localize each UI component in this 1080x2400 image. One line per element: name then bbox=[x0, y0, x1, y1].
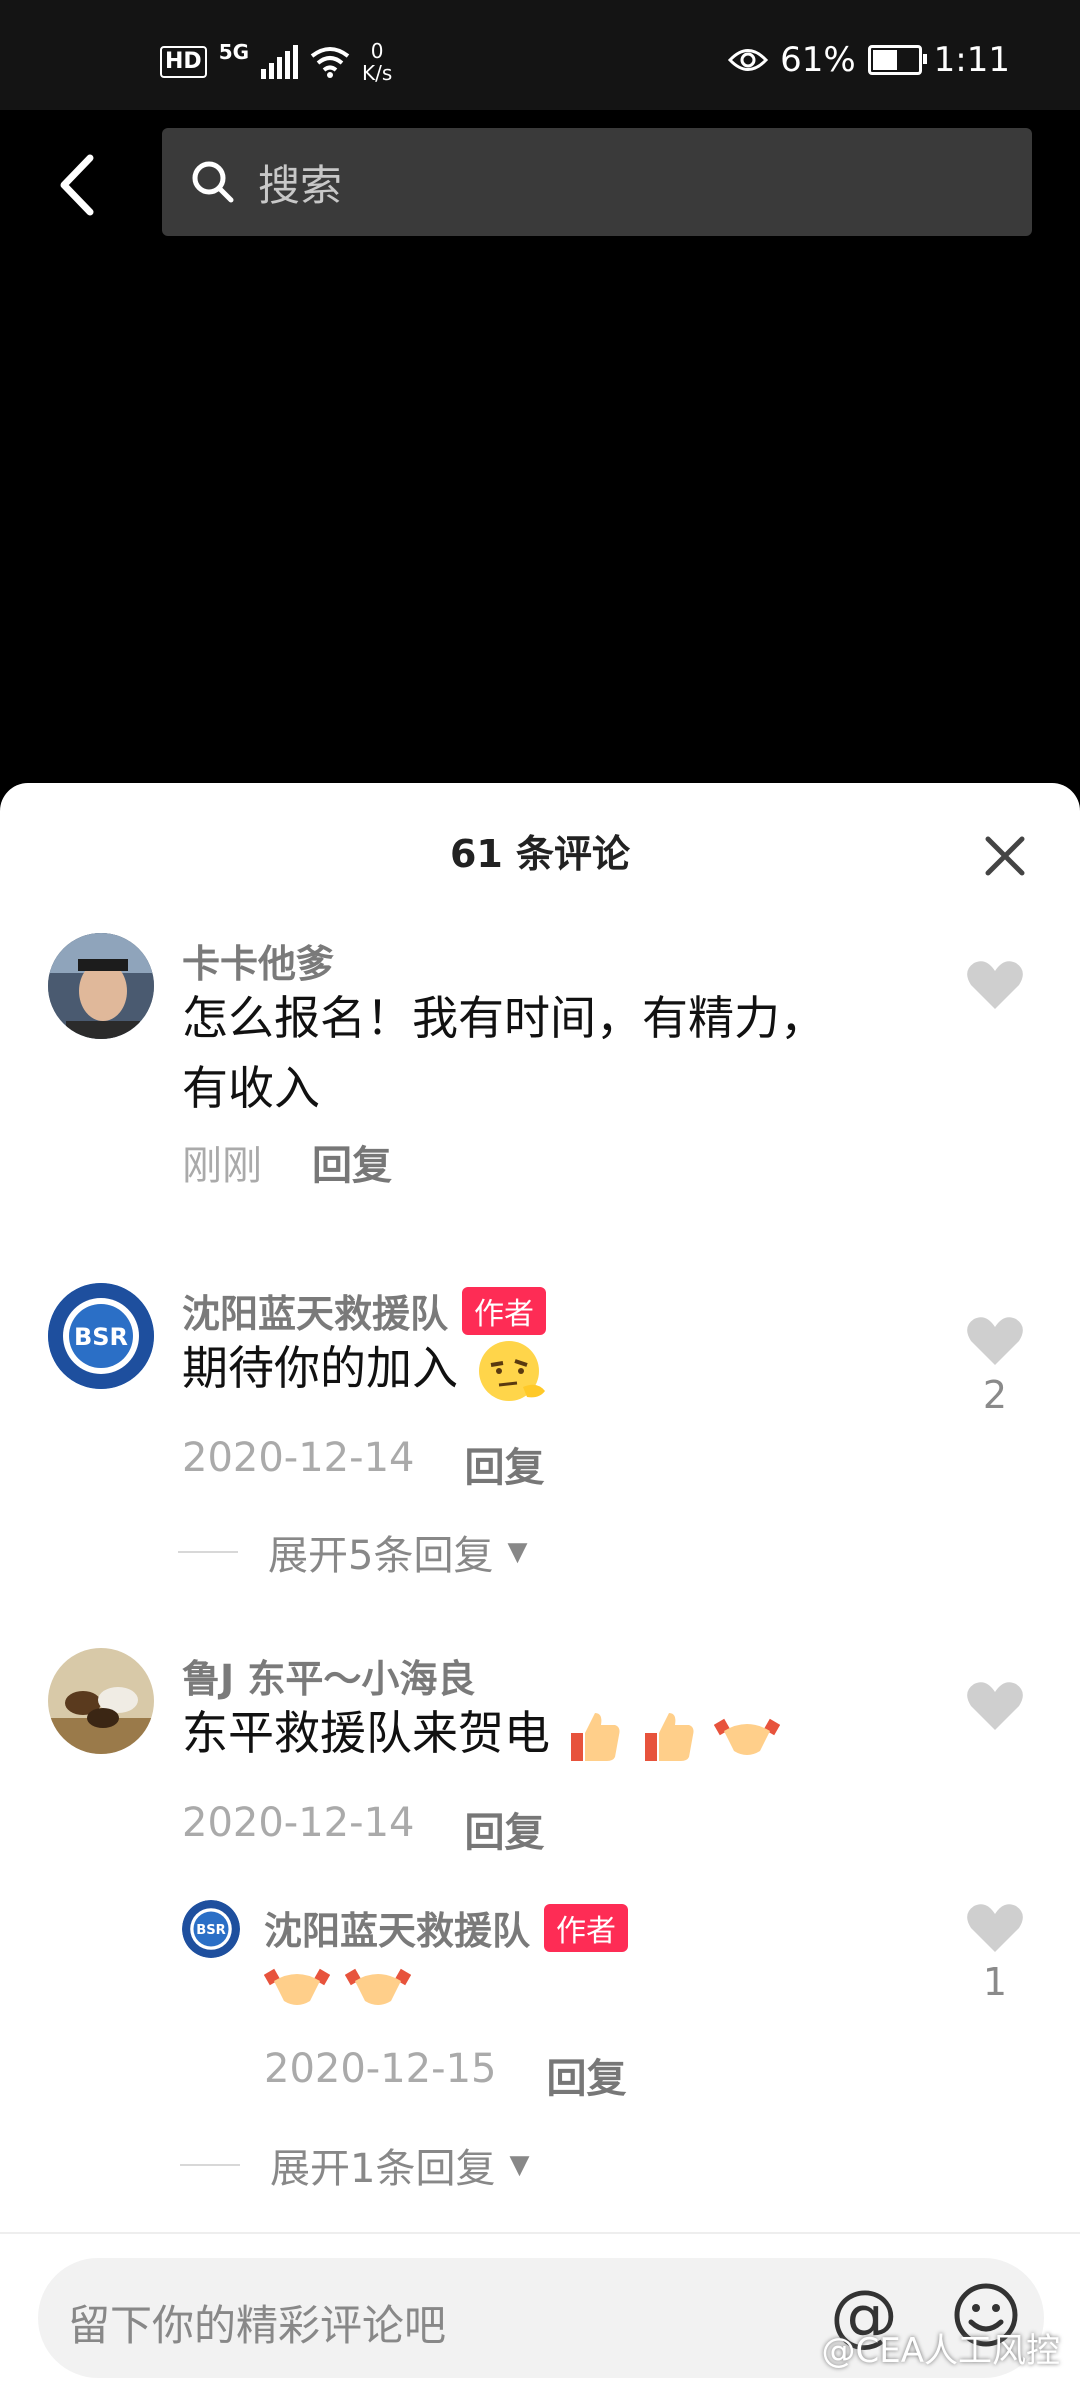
thumbs-up-emoji-icon bbox=[570, 1712, 620, 1761]
reply-button[interactable]: 回复 bbox=[312, 1133, 392, 1191]
like-heart-icon[interactable] bbox=[966, 1902, 1024, 1954]
comment-time: 2020-12-15 bbox=[264, 2046, 497, 2092]
battery-percent: 61% bbox=[780, 40, 856, 80]
thinking-emoji-icon bbox=[478, 1340, 545, 1401]
search-placeholder: 搜索 bbox=[258, 160, 343, 210]
comment-text: 怎么报名！我有时间，有精力， 有收入 bbox=[182, 983, 826, 1123]
status-left: HD 5G 0 K/s bbox=[160, 40, 392, 84]
net-speed: 0 K/s bbox=[362, 40, 392, 84]
search-bar[interactable]: 搜索 bbox=[162, 128, 1032, 236]
expand-divider-line bbox=[178, 1551, 238, 1553]
avatar[interactable] bbox=[48, 933, 154, 1039]
comment-meta: 2020-12-15 回复 bbox=[264, 2046, 626, 2104]
bsr-logo-text: BSR bbox=[196, 1923, 226, 1938]
comment-meta: 刚刚 回复 bbox=[182, 1133, 392, 1191]
avatar[interactable] bbox=[48, 1648, 154, 1754]
comment-username[interactable]: 鲁J 东平～小海良 bbox=[182, 1648, 475, 1703]
reply-button[interactable]: 回复 bbox=[464, 1435, 544, 1493]
avatar[interactable]: BSR bbox=[182, 1900, 240, 1958]
username-text: 沈阳蓝天救援队 bbox=[182, 1292, 449, 1336]
wifi-icon bbox=[310, 47, 350, 78]
bsr-logo: BSR bbox=[48, 1283, 154, 1389]
chevron-down-icon: ▼ bbox=[507, 1537, 528, 1567]
comment-text-line: 有收入 bbox=[182, 1061, 320, 1115]
like-heart-icon[interactable] bbox=[966, 959, 1024, 1011]
comment-item: BSR 沈阳蓝天救援队 作者 期待你的加入 2020-12-14 回复 2 展开… bbox=[0, 1283, 1080, 1579]
expand-replies-button[interactable]: 展开5条回复 ▼ bbox=[178, 1523, 528, 1581]
avatar-image bbox=[48, 933, 154, 1039]
author-badge: 作者 bbox=[462, 1286, 547, 1335]
comment-item: 卡卡他爹 怎么报名！我有时间，有精力， 有收入 刚刚 回复 bbox=[0, 933, 1080, 1189]
hd-icon: HD bbox=[160, 46, 207, 78]
comment-text: 期待你的加入 bbox=[182, 1333, 549, 1407]
close-icon[interactable] bbox=[980, 831, 1030, 881]
expand-replies-label: 展开5条回复 bbox=[268, 1533, 494, 1579]
watermark: @CEA人工风控 bbox=[821, 2331, 1060, 2371]
network-type: 5G bbox=[218, 40, 250, 64]
net-speed-unit: K/s bbox=[362, 61, 393, 85]
comment-username[interactable]: 沈阳蓝天救援队 作者 bbox=[182, 1283, 547, 1338]
back-arrow-icon[interactable] bbox=[50, 150, 110, 220]
comment-item: 鲁J 东平～小海良 东平救援队来贺电 2020-12-14 回复 bbox=[0, 1648, 1080, 1856]
net-speed-value: 0 bbox=[370, 39, 384, 63]
reply-button[interactable]: 回复 bbox=[464, 1800, 544, 1858]
battery-icon bbox=[867, 45, 927, 75]
like-heart-icon[interactable] bbox=[966, 1315, 1024, 1367]
thumbs-up-emoji-icon bbox=[645, 1712, 694, 1761]
chevron-down-icon: ▼ bbox=[509, 2150, 530, 2180]
comment-time: 2020-12-14 bbox=[182, 1435, 415, 1481]
handshake-emoji-icon bbox=[344, 1968, 411, 2005]
expand-divider-line bbox=[180, 2164, 240, 2166]
sheet-title: 61 条评论 bbox=[449, 832, 631, 876]
handshake-emoji-icon bbox=[713, 1718, 780, 1755]
handshake-emoji-icon bbox=[264, 1968, 330, 2005]
reply-item: BSR 沈阳蓝天救援队 作者 2020-12-15 回复 1 展开1条回复 ▼ bbox=[0, 1898, 1080, 2198]
top-nav: 搜索 bbox=[0, 110, 1080, 250]
username-text: 卡卡他爹 bbox=[182, 942, 335, 986]
author-badge: 作者 bbox=[544, 1903, 629, 1952]
comment-text bbox=[264, 1948, 411, 2018]
reply-button[interactable]: 回复 bbox=[546, 2046, 626, 2104]
comment-meta: 2020-12-14 回复 bbox=[182, 1800, 544, 1858]
horses-avatar-image bbox=[48, 1648, 154, 1754]
battery-fill bbox=[872, 50, 898, 70]
comment-username[interactable]: 沈阳蓝天救援队 作者 bbox=[264, 1900, 629, 1955]
clock: 1:11 bbox=[933, 40, 1010, 80]
comment-sheet: 61 条评论 卡卡他爹 怎么报名！我有时间，有精力， 有收入 刚刚 回复 BSR… bbox=[0, 783, 1080, 2400]
like-heart-icon[interactable] bbox=[966, 1680, 1024, 1732]
comment-text-content: 期待你的加入 bbox=[182, 1341, 458, 1395]
status-bar: HD 5G 0 K/s 61% 1:11 bbox=[0, 0, 1080, 110]
eye-icon bbox=[728, 49, 769, 71]
comment-username[interactable]: 卡卡他爹 bbox=[182, 933, 334, 988]
expand-replies-label: 展开1条回复 bbox=[270, 2146, 496, 2192]
username-text: 鲁J 东平～小海良 bbox=[182, 1657, 476, 1701]
bsr-logo: BSR bbox=[182, 1900, 240, 1958]
avatar[interactable]: BSR bbox=[48, 1283, 154, 1389]
like-count: 1 bbox=[982, 1960, 1008, 2004]
comment-input-placeholder: 留下你的精彩评论吧 bbox=[68, 2301, 447, 2350]
search-icon bbox=[192, 161, 234, 203]
expand-replies-button[interactable]: 展开1条回复 ▼ bbox=[180, 2136, 529, 2194]
comment-text: 东平救援队来贺电 bbox=[182, 1698, 780, 1768]
comment-meta: 2020-12-14 回复 bbox=[182, 1435, 544, 1493]
like-count: 2 bbox=[982, 1373, 1008, 1417]
comment-time: 刚刚 bbox=[182, 1143, 262, 1189]
comment-text-line: 怎么报名！我有时间，有精力， bbox=[182, 991, 826, 1045]
signal-icon bbox=[261, 45, 299, 79]
username-text: 沈阳蓝天救援队 bbox=[264, 1909, 531, 1953]
bsr-logo-text: BSR bbox=[74, 1323, 128, 1351]
comment-time: 2020-12-14 bbox=[182, 1800, 415, 1846]
status-right: 61% 1:11 bbox=[728, 40, 1010, 80]
comment-text-content: 东平救援队来贺电 bbox=[182, 1706, 550, 1760]
